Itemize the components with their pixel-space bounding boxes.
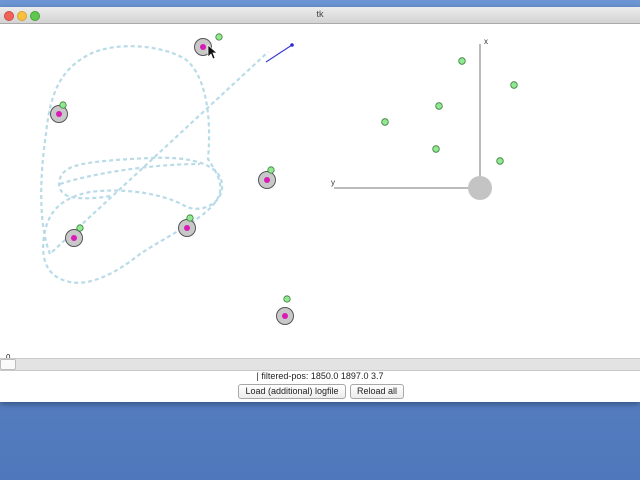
- window-title: tk: [316, 9, 324, 19]
- landmark-marker: [283, 295, 291, 303]
- landmark-marker: [59, 101, 67, 109]
- trajectory-path-straight: [51, 51, 269, 253]
- timeline-scrollbar[interactable]: [0, 358, 640, 371]
- map-y-axis-label: y: [331, 178, 335, 187]
- map-landmark: [381, 118, 389, 126]
- map-landmark: [435, 102, 443, 110]
- robot-marker[interactable]: [50, 105, 68, 123]
- mouse-cursor-icon: [207, 44, 218, 60]
- robot-marker[interactable]: [65, 229, 83, 247]
- timeline-scroll-thumb[interactable]: [0, 359, 16, 370]
- robot-marker[interactable]: [178, 219, 196, 237]
- heading-line: [265, 44, 293, 63]
- landmark-marker: [76, 224, 84, 232]
- visualization-canvas[interactable]: x y: [0, 24, 640, 358]
- map-landmark: [496, 157, 504, 165]
- title-bar[interactable]: tk: [0, 7, 640, 24]
- map-x-axis-label: x: [484, 37, 488, 46]
- landmark-marker: [215, 33, 223, 41]
- heading-tip: [290, 43, 294, 47]
- landmark-marker: [267, 166, 275, 174]
- canvas-svg[interactable]: x y: [0, 24, 640, 358]
- robot-marker[interactable]: [276, 307, 294, 325]
- filtered-position-status: | filtered-pos: 1850.0 1897.0 3.7: [256, 371, 384, 381]
- app-window: tk x y | filtered-pos: 1850.0 1897.0 3.7…: [0, 7, 640, 402]
- map-landmark: [432, 145, 440, 153]
- landmark-marker: [186, 214, 194, 222]
- map-origin-robot: [468, 176, 492, 200]
- map-landmark: [458, 57, 466, 65]
- map-landmark: [510, 81, 518, 89]
- load-logfile-button[interactable]: Load (additional) logfile: [238, 384, 346, 399]
- reload-all-button[interactable]: Reload all: [350, 384, 404, 399]
- robot-marker[interactable]: [258, 171, 276, 189]
